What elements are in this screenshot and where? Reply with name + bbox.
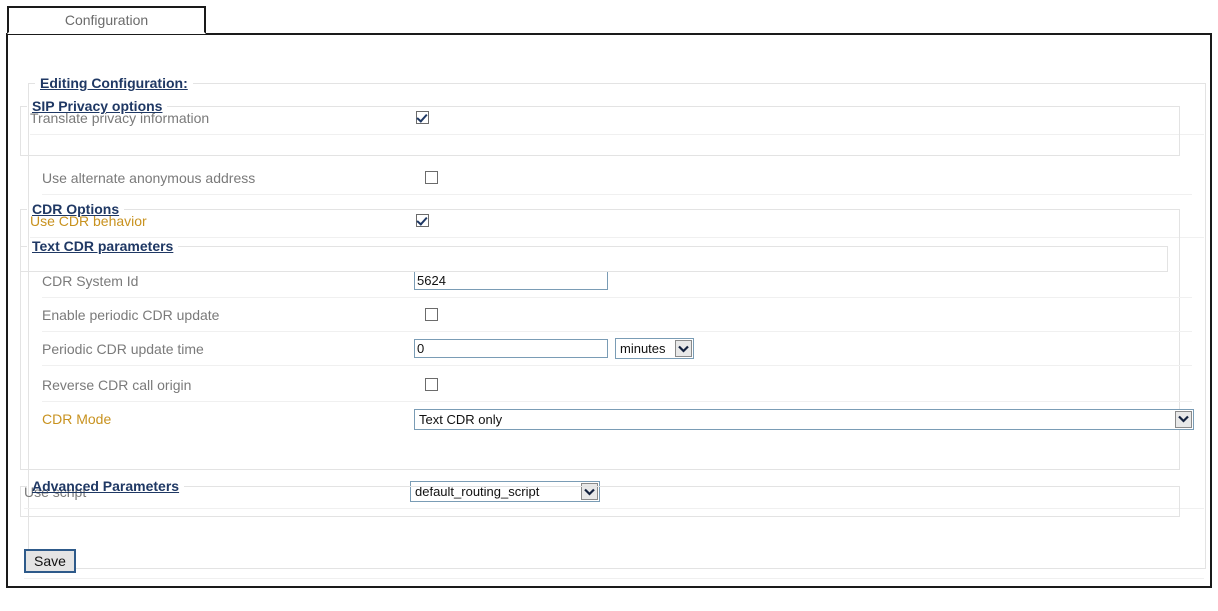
legend-text-cdr-parameters: Text CDR parameters — [27, 238, 178, 254]
save-button[interactable]: Save — [24, 549, 76, 573]
select-periodic-cdr-time-unit-value: minutes — [616, 341, 675, 356]
checkbox-alternate-anonymous[interactable] — [425, 171, 438, 184]
chevron-down-icon — [1175, 411, 1192, 428]
label-cdr-system-id: CDR System Id — [42, 273, 138, 289]
fieldset-text-cdr-parameters: Text CDR parameters — [20, 238, 1168, 272]
configuration-panel: Editing Configuration: Translate privacy… — [6, 35, 1212, 588]
label-reverse-cdr-origin: Reverse CDR call origin — [42, 377, 191, 393]
row-reverse-cdr-origin: Reverse CDR call origin — [42, 368, 1192, 402]
legend-editing-configuration: Editing Configuration: — [35, 75, 193, 91]
label-cdr-mode: CDR Mode — [42, 411, 111, 427]
row-cdr-mode: CDR Mode Text CDR only — [42, 402, 1192, 436]
label-periodic-cdr-time: Periodic CDR update time — [42, 341, 204, 357]
label-enable-periodic-cdr: Enable periodic CDR update — [42, 307, 219, 323]
legend-cdr-options: CDR Options — [27, 201, 124, 217]
row-alternate-anonymous: Use alternate anonymous address — [42, 161, 1192, 195]
fieldset-advanced-parameters: Advanced Parameters — [20, 478, 1180, 517]
legend-sip-privacy: SIP Privacy options — [27, 98, 167, 114]
input-periodic-cdr-time[interactable] — [414, 339, 608, 358]
legend-advanced-parameters: Advanced Parameters — [27, 478, 184, 494]
chevron-down-icon — [675, 340, 692, 357]
tab-configuration[interactable]: Configuration — [7, 6, 206, 34]
row-enable-periodic-cdr: Enable periodic CDR update — [42, 298, 1192, 332]
tab-strip: Configuration — [0, 0, 1218, 35]
label-alternate-anonymous: Use alternate anonymous address — [42, 170, 255, 186]
checkbox-enable-periodic-cdr[interactable] — [425, 308, 438, 321]
select-cdr-mode[interactable]: Text CDR only — [414, 409, 1194, 430]
save-button-wrap: Save — [24, 549, 76, 573]
panel-bottom-separator — [24, 578, 1204, 579]
select-periodic-cdr-time-unit[interactable]: minutes — [615, 338, 694, 359]
fieldset-sip-privacy: SIP Privacy options — [20, 98, 1180, 156]
row-periodic-cdr-time: Periodic CDR update time minutes — [42, 332, 1192, 366]
tab-configuration-label: Configuration — [65, 12, 148, 28]
input-cdr-system-id[interactable] — [414, 271, 608, 290]
checkbox-reverse-cdr-origin[interactable] — [425, 378, 438, 391]
select-cdr-mode-value: Text CDR only — [415, 412, 1175, 427]
